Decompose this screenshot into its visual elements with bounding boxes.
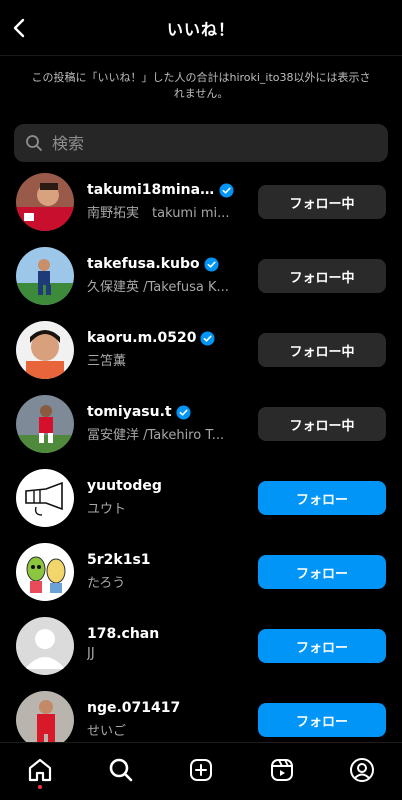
avatar[interactable] <box>16 691 74 749</box>
following-button[interactable]: フォロー中 <box>258 185 386 219</box>
avatar[interactable] <box>16 543 74 601</box>
full-name: 南野拓実 takumi mi... <box>87 206 230 221</box>
username[interactable]: yuutodeg <box>87 478 162 494</box>
list-item[interactable]: yuutodeg ユウト フォロー <box>0 460 402 534</box>
username[interactable]: kaoru.m.0520 <box>87 330 196 346</box>
avatar[interactable] <box>16 617 74 675</box>
search-input[interactable] <box>52 133 372 153</box>
home-tab[interactable] <box>25 755 55 785</box>
list-item[interactable]: kaoru.m.0520 三笘薫 フォロー中 <box>0 312 402 386</box>
list-item[interactable]: tomiyasu.t 冨安健洋 /Takehiro T... フォロー中 <box>0 386 402 460</box>
avatar[interactable] <box>16 469 74 527</box>
search-icon <box>109 758 133 782</box>
username[interactable]: tomiyasu.t <box>87 404 172 420</box>
avatar[interactable] <box>16 247 74 305</box>
avatar[interactable] <box>16 321 74 379</box>
verified-badge-icon <box>176 404 191 420</box>
verified-badge-icon <box>204 256 219 272</box>
full-name: 冨安健洋 /Takehiro T... <box>87 428 225 443</box>
page-title: いいね！ <box>166 19 235 39</box>
avatar[interactable] <box>16 395 74 453</box>
username[interactable]: takumi18minam... <box>87 182 215 198</box>
profile-icon <box>350 758 374 782</box>
follow-button[interactable]: フォロー <box>258 555 386 589</box>
username[interactable]: 178.chan <box>87 626 159 642</box>
bottom-tab-bar <box>0 742 402 800</box>
search-tab[interactable] <box>106 755 136 785</box>
full-name: 久保建英 /Takefusa K... <box>87 280 229 295</box>
follow-button[interactable]: フォロー <box>258 629 386 663</box>
full-name: JJ <box>87 646 95 661</box>
chevron-left-icon <box>13 18 25 38</box>
list-item[interactable]: takefusa.kubo 久保建英 /Takefusa K... フォロー中 <box>0 238 402 312</box>
full-name: ユウト <box>87 502 127 517</box>
reels-tab[interactable] <box>267 755 297 785</box>
plus-square-icon <box>190 759 212 781</box>
create-tab[interactable] <box>186 755 216 785</box>
following-button[interactable]: フォロー中 <box>258 333 386 367</box>
username[interactable]: 5r2k1s1 <box>87 552 151 568</box>
avatar[interactable] <box>16 173 74 231</box>
reels-icon <box>271 759 293 781</box>
full-name: せいご <box>87 724 127 739</box>
follow-button[interactable]: フォロー <box>258 703 386 737</box>
following-button[interactable]: フォロー中 <box>258 407 386 441</box>
back-button[interactable] <box>6 14 34 42</box>
username[interactable]: nge.071417 <box>87 700 180 716</box>
verified-badge-icon <box>200 330 215 346</box>
following-button[interactable]: フォロー中 <box>258 259 386 293</box>
list-item[interactable]: 5r2k1s1 たろう フォロー <box>0 534 402 608</box>
privacy-notice: この投稿に「いいね！」した人の合計はhiroki_ito38以外には表示されませ… <box>31 71 371 100</box>
follow-button[interactable]: フォロー <box>258 481 386 515</box>
list-item[interactable]: 178.chan JJ フォロー <box>0 608 402 682</box>
list-item[interactable]: takumi18minam... 南野拓実 takumi mi... フォロー中 <box>0 164 402 238</box>
header: いいね！ <box>0 0 402 56</box>
home-icon <box>28 758 52 782</box>
full-name: たろう <box>87 576 126 591</box>
username[interactable]: takefusa.kubo <box>87 256 200 272</box>
notification-dot <box>38 785 42 789</box>
search-icon <box>24 133 44 153</box>
full-name: 三笘薫 <box>87 354 127 369</box>
verified-badge-icon <box>219 182 234 198</box>
profile-tab[interactable] <box>347 755 377 785</box>
search-bar[interactable] <box>14 124 388 162</box>
